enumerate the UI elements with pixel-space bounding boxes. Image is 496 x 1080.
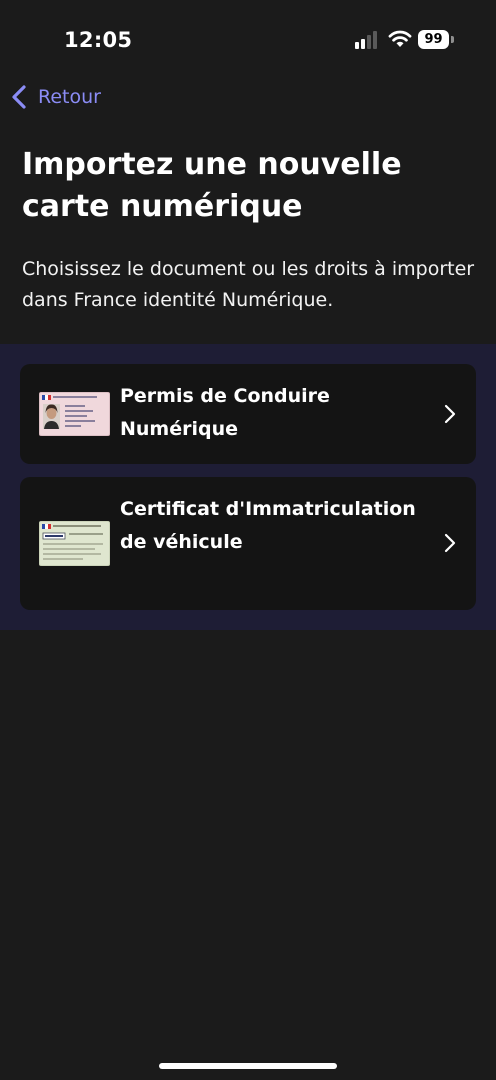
page-title: Importez une nouvelle carte numérique: [22, 147, 402, 224]
battery-icon: 99: [418, 30, 454, 50]
driving-license-card-icon: [39, 392, 110, 436]
option-vehicle-registration[interactable]: Certificat d'Immatriculation de véhicule: [20, 477, 476, 610]
status-bar: 12:05 99: [0, 0, 496, 80]
chevron-right-icon: [444, 533, 456, 553]
option-driving-license[interactable]: Permis de Conduire Numérique: [20, 364, 476, 464]
chevron-right-icon: [444, 404, 456, 424]
wifi-icon: [388, 30, 412, 47]
status-time: 12:05: [64, 28, 133, 52]
battery-level: 99: [424, 32, 443, 47]
chevron-left-icon: [12, 85, 26, 109]
option-label: Certificat d'Immatriculation de véhicule: [120, 498, 416, 553]
page-subtitle: Choisissez le document ou les droits à i…: [22, 258, 475, 311]
options-panel: Permis de Conduire Numérique Certificat …: [0, 344, 496, 630]
back-label: Retour: [38, 86, 101, 108]
signal-icon: [355, 31, 377, 49]
vehicle-registration-card-icon: [39, 521, 110, 566]
home-indicator[interactable]: [159, 1063, 337, 1069]
screen: 12:05 99 Retour Importez une nouvelle ca…: [0, 0, 496, 1080]
back-button[interactable]: Retour: [10, 82, 101, 112]
option-label: Permis de Conduire Numérique: [120, 385, 330, 440]
